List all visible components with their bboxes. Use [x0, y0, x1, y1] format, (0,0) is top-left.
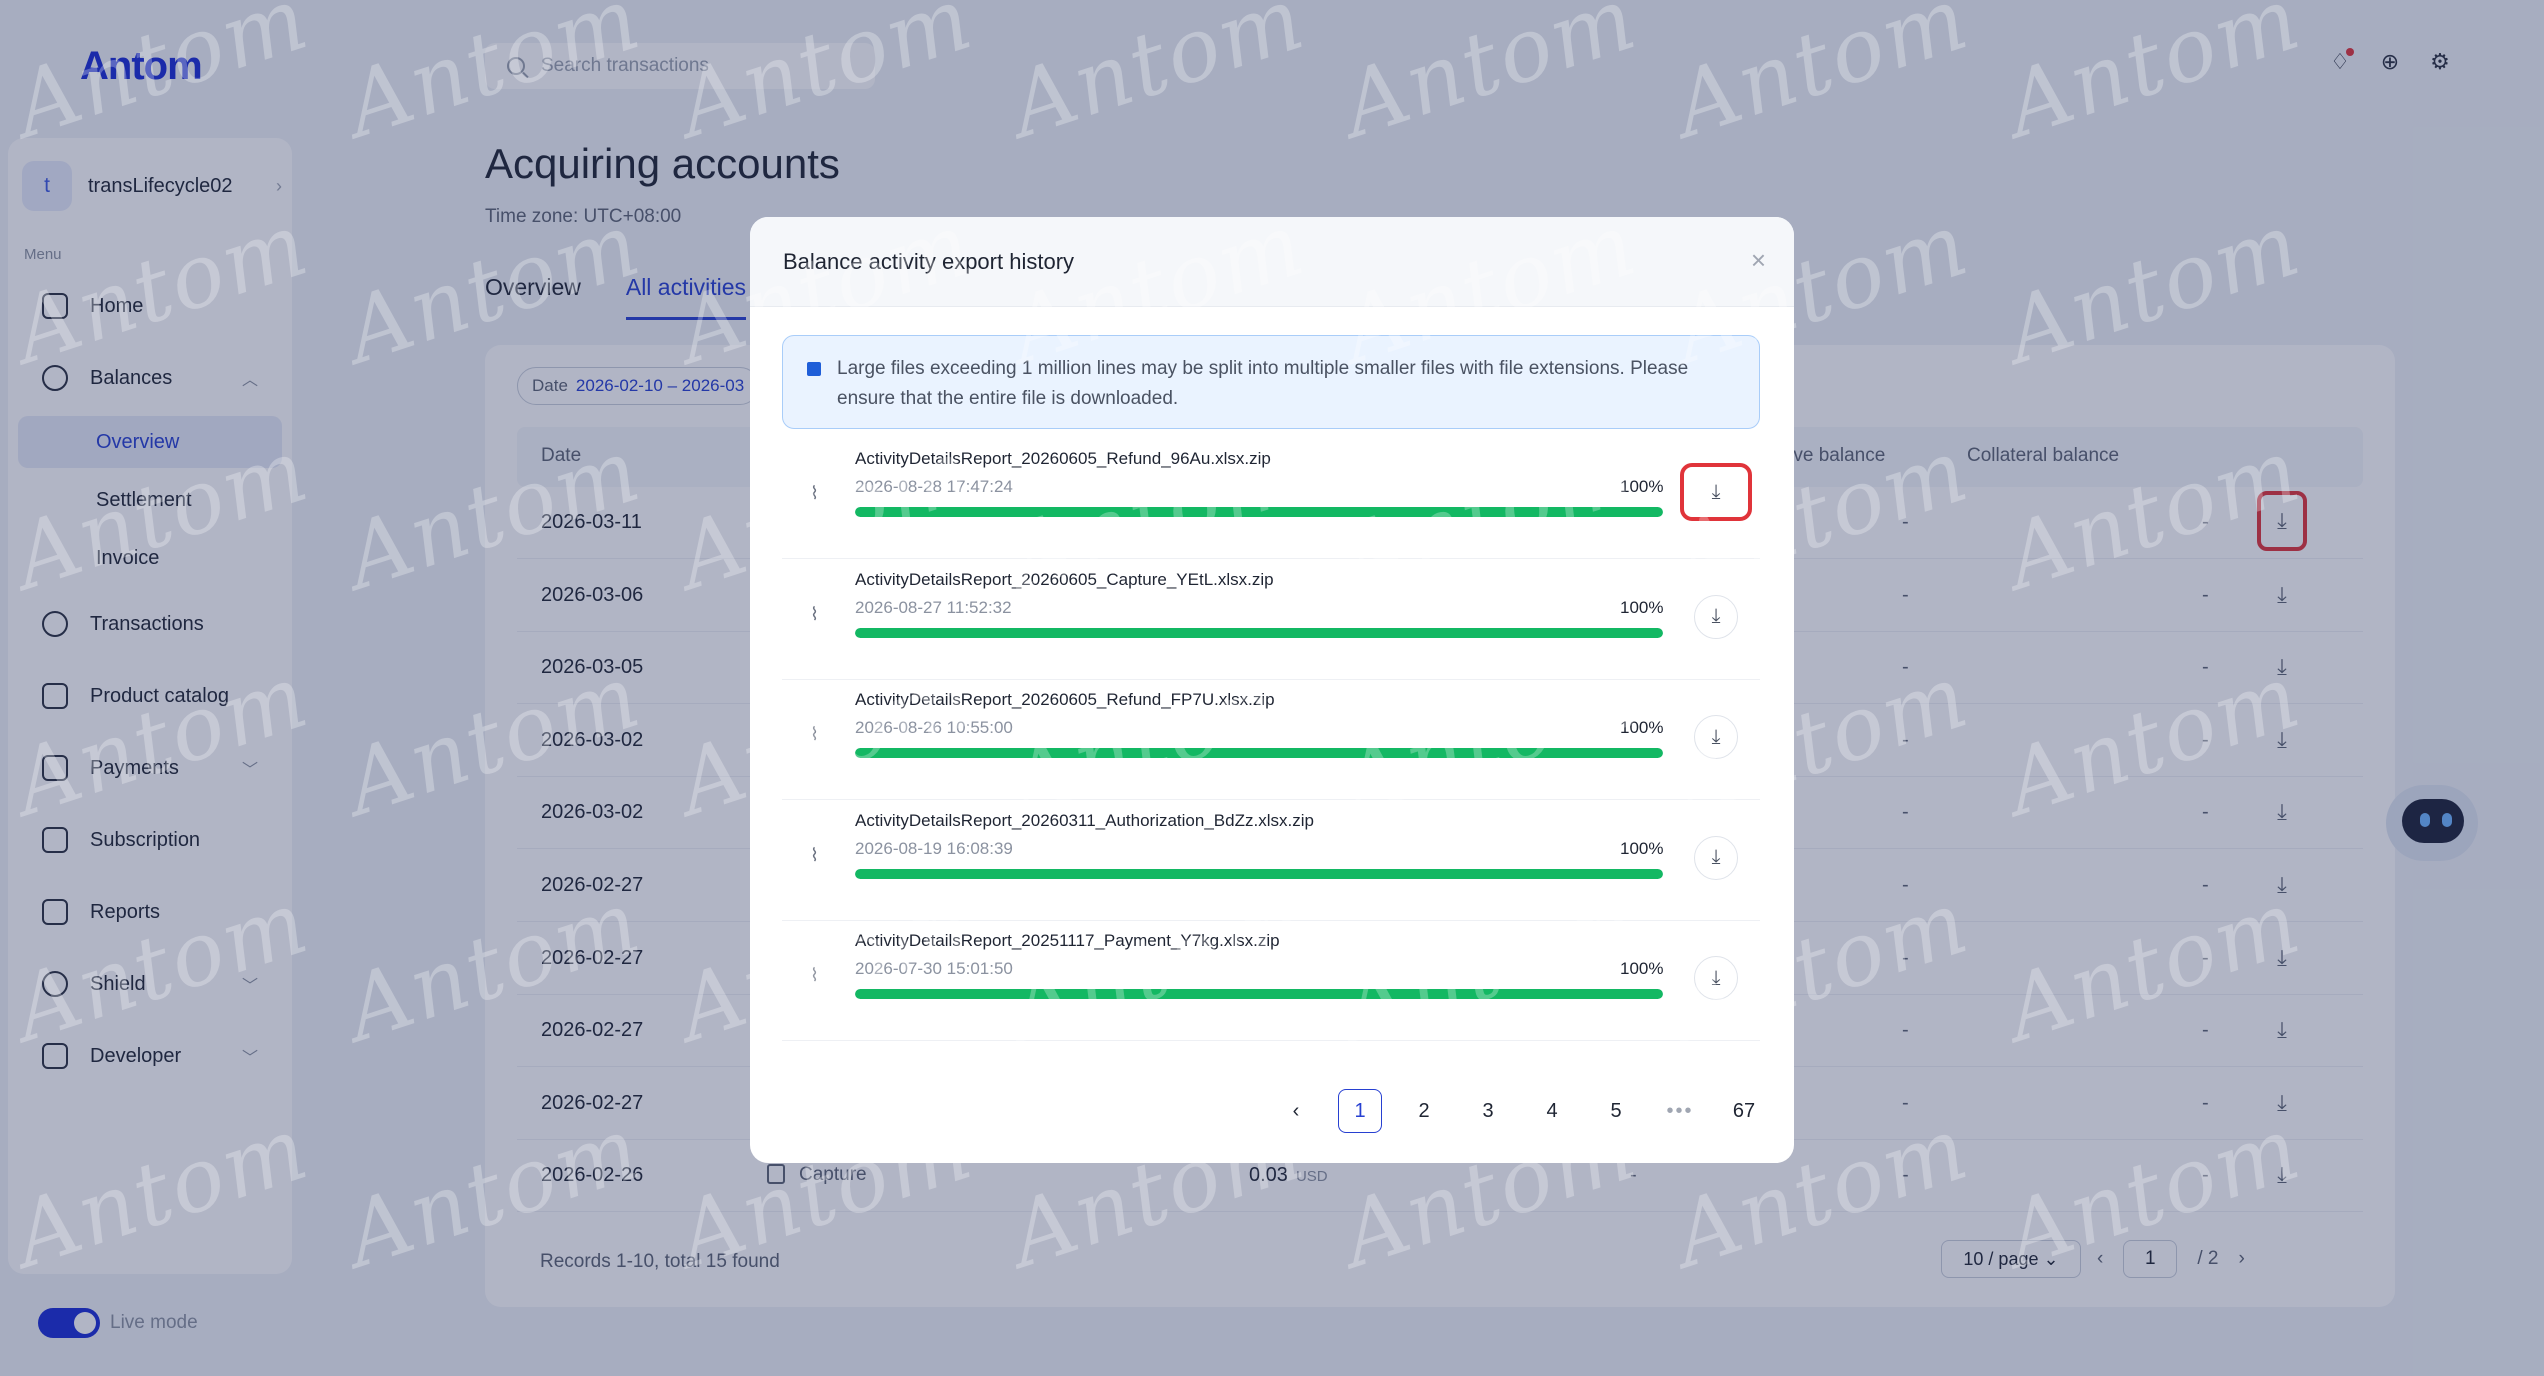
close-icon[interactable]: ×: [1751, 245, 1766, 276]
export-file-row: ⌇ ActivityDetailsReport_20260605_Capture_…: [782, 560, 1760, 680]
info-notice: Large files exceeding 1 million lines ma…: [782, 335, 1760, 429]
file-name: ActivityDetailsReport_20251117_Payment_Y…: [855, 931, 1280, 951]
file-timestamp: 2026-07-30 15:01:50: [855, 959, 1013, 979]
export-file-row: ⌇ ActivityDetailsReport_20260605_Refund_9…: [782, 439, 1760, 559]
page-1-button[interactable]: 1: [1338, 1089, 1382, 1133]
export-file-row: ⌇ ActivityDetailsReport_20251117_Payment_…: [782, 921, 1760, 1042]
file-progress-fill: [855, 868, 1663, 879]
info-icon: [807, 362, 821, 376]
file-progress-percent: 100%: [1620, 477, 1664, 496]
last-page-button[interactable]: 67: [1722, 1089, 1766, 1133]
file-progress-fill: [855, 989, 1663, 1000]
modal-header: Balance activity export history ×: [750, 217, 1794, 307]
file-name: ActivityDetailsReport_20260311_Authoriza…: [855, 810, 1314, 830]
export-history-modal: Balance activity export history × Large …: [750, 217, 1794, 1163]
paperclip-icon: ⌇: [810, 483, 819, 503]
file-progress-percent: 100%: [1620, 718, 1664, 738]
page-3-button[interactable]: 3: [1466, 1089, 1510, 1133]
paperclip-icon: ⌇: [810, 965, 819, 986]
download-icon[interactable]: ⤓: [1694, 594, 1738, 639]
file-progress-bar: [855, 507, 1663, 517]
file-progress-bar: [855, 989, 1663, 1000]
notice-text: Large files exceeding 1 million lines ma…: [837, 358, 1689, 409]
page-4-button[interactable]: 4: [1530, 1089, 1574, 1133]
file-timestamp: 2026-08-27 11:52:32: [855, 597, 1012, 617]
prev-page-icon[interactable]: ‹: [1274, 1089, 1318, 1133]
download-icon[interactable]: ⤓: [1680, 463, 1752, 521]
export-file-row: ⌇ ActivityDetailsReport_20260605_Refund_F…: [782, 680, 1760, 801]
modal-pagination: ‹ 12345 ••• 67 ›: [1274, 1089, 1794, 1133]
download-icon[interactable]: ⤓: [1694, 956, 1738, 1001]
page-5-button[interactable]: 5: [1594, 1089, 1638, 1133]
file-name: ActivityDetailsReport_20260605_Capture_Y…: [855, 569, 1274, 589]
file-progress-fill: [855, 627, 1663, 638]
file-timestamp: 2026-08-19 16:08:39: [855, 838, 1013, 858]
page-2-button[interactable]: 2: [1402, 1089, 1446, 1133]
download-icon[interactable]: ⤓: [1694, 835, 1738, 880]
file-progress-fill: [855, 748, 1663, 759]
file-progress-bar: [855, 627, 1663, 638]
file-progress-fill: [855, 507, 1663, 517]
file-timestamp: 2026-08-28 17:47:24: [855, 477, 1013, 496]
paperclip-icon: ⌇: [810, 844, 819, 865]
paperclip-icon: ⌇: [810, 724, 819, 745]
file-progress-percent: 100%: [1620, 597, 1664, 617]
download-icon[interactable]: ⤓: [1694, 715, 1738, 760]
next-page-icon[interactable]: ›: [1786, 1089, 1794, 1133]
file-progress-bar: [855, 748, 1663, 759]
file-name: ActivityDetailsReport_20260605_Refund_FP…: [855, 690, 1275, 710]
file-name: ActivityDetailsReport_20260605_Refund_96…: [855, 449, 1271, 468]
paperclip-icon: ⌇: [810, 603, 819, 624]
file-progress-percent: 100%: [1620, 838, 1664, 858]
modal-title: Balance activity export history: [783, 249, 1075, 274]
file-timestamp: 2026-08-26 10:55:00: [855, 718, 1013, 738]
pagination-ellipsis[interactable]: •••: [1658, 1089, 1702, 1133]
file-progress-bar: [855, 868, 1663, 879]
export-file-row: ⌇ ActivityDetailsReport_20260311_Authoriz…: [782, 801, 1760, 921]
file-progress-percent: 100%: [1620, 959, 1664, 979]
